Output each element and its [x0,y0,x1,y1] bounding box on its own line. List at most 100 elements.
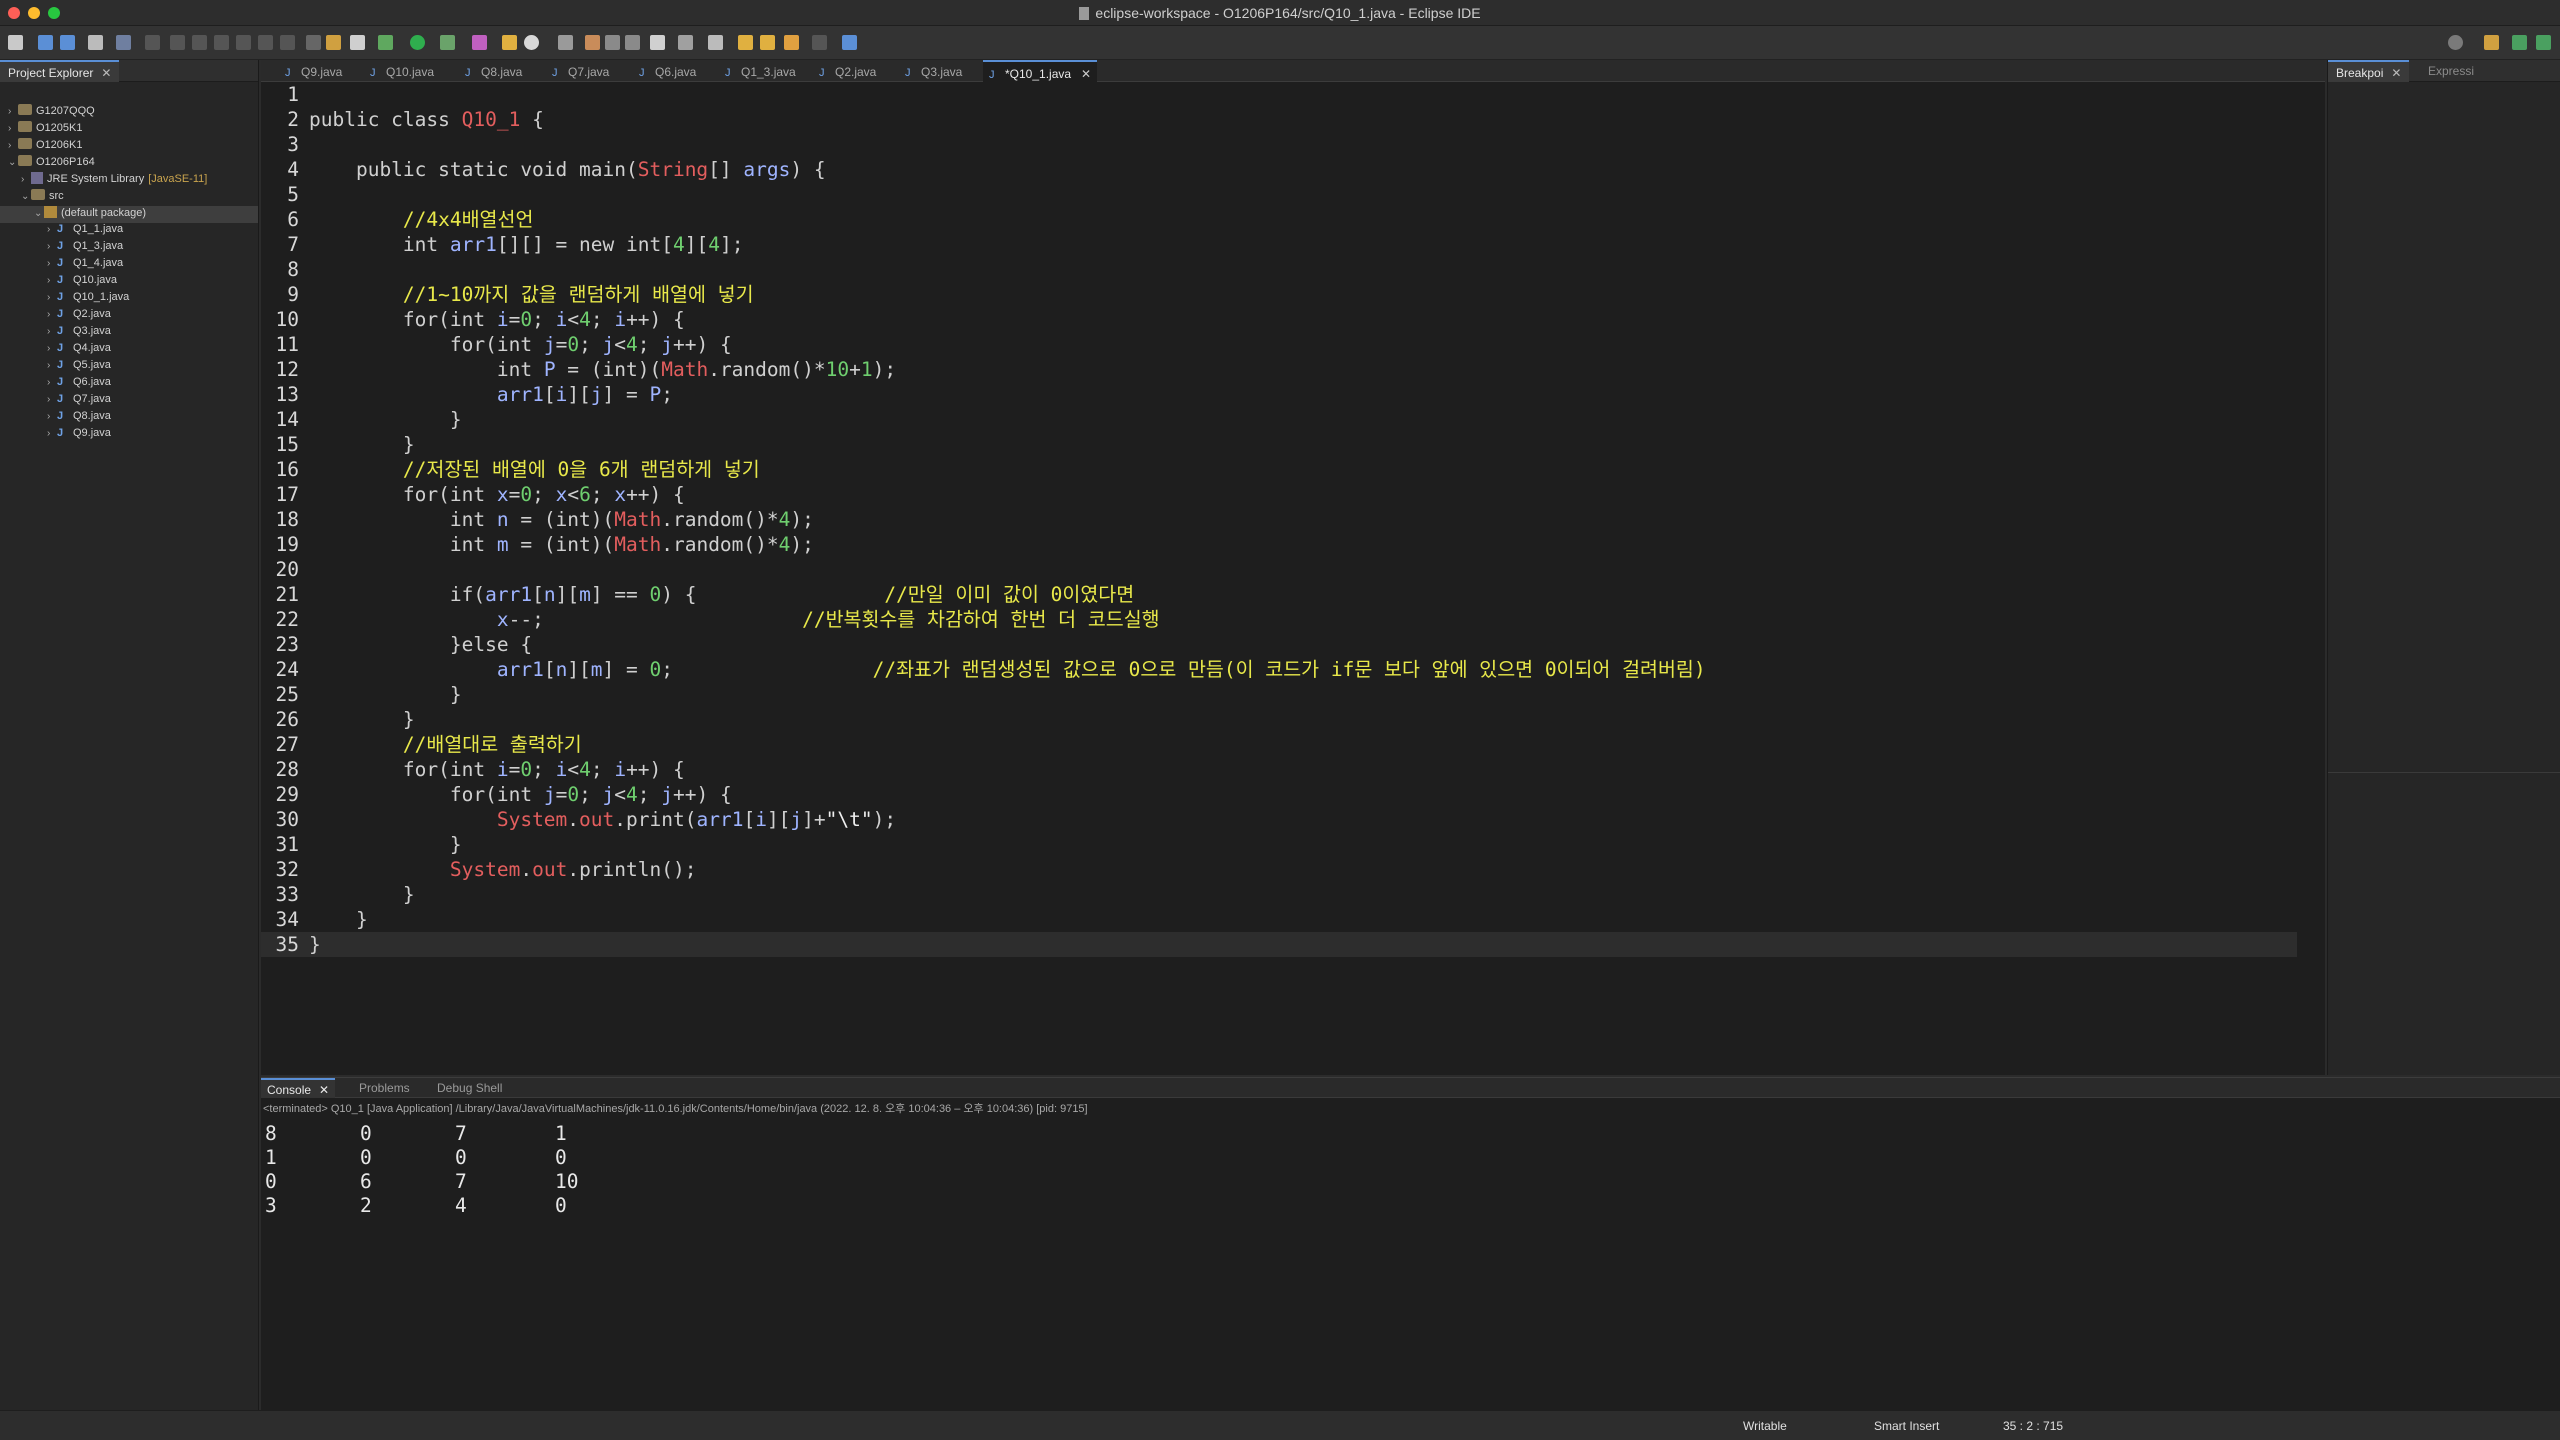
code-line[interactable]: 35} [261,932,2297,957]
editor-tab[interactable]: J *Q10_1.java ✕ [983,60,1098,82]
code-line[interactable]: 29 for(int j=0; j<4; j++) { [261,782,2297,807]
save-icon[interactable] [38,35,53,50]
chevron-icon[interactable]: › [47,428,57,439]
save-all-icon[interactable] [60,35,75,50]
code-line[interactable]: 8 [261,257,2297,282]
code-line[interactable]: 2 public class Q10_1 { [261,107,2297,132]
code-line[interactable]: 12 int P = (int)(Math.random()*10+1); [261,357,2297,382]
code-line[interactable]: 28 for(int i=0; i<4; i++) { [261,757,2297,782]
tree-item[interactable]: › J Q1_4.java [0,257,258,274]
tree-item[interactable]: › J Q7.java [0,393,258,410]
last-edit-icon[interactable] [738,35,753,50]
code-line[interactable]: 34 } [261,907,2297,932]
terminate-icon[interactable] [214,35,229,50]
tree-item[interactable]: › G1207QQQ [0,104,258,121]
coverage-run-icon[interactable] [440,35,455,50]
chevron-icon[interactable]: › [47,411,57,422]
toggle-block-icon[interactable] [605,35,620,50]
chevron-icon[interactable]: › [47,309,57,320]
build-icon[interactable] [326,35,341,50]
editor-tab[interactable]: J Q6.java [633,60,702,82]
chevron-icon[interactable]: › [8,106,18,117]
chevron-icon[interactable]: ⌄ [8,157,18,168]
editor-tab[interactable]: J Q7.java [546,60,615,82]
tree-item[interactable]: ⌄ (default package) [0,206,258,223]
tree-item[interactable]: › O1205K1 [0,121,258,138]
tree-item[interactable]: › J Q3.java [0,325,258,342]
open-perspective-icon[interactable] [2484,35,2499,50]
code-line[interactable]: 23 }else { [261,632,2297,657]
new-java-class-icon[interactable] [502,35,517,50]
console-tab[interactable]: Debug Shell [431,1078,508,1098]
code-line[interactable]: 32 System.out.println(); [261,857,2297,882]
tree-item[interactable]: › J Q4.java [0,342,258,359]
code-line[interactable]: 22 x--; //반복횟수를 차감하여 한번 더 코드실행 [261,607,2297,632]
run-icon[interactable] [410,35,425,50]
code-line[interactable]: 7 int arr1[][] = new int[4][4]; [261,232,2297,257]
tab-project-explorer[interactable]: Project Explorer ✕ [0,60,120,82]
close-icon[interactable]: ✕ [101,66,111,80]
tab-expressions[interactable]: Expressi [2428,64,2474,78]
debug-perspective-switch-icon[interactable] [2536,35,2551,50]
chevron-icon[interactable]: › [47,343,57,354]
editor-tab[interactable]: J Q10.java [364,60,440,82]
java-perspective-icon[interactable] [2512,35,2527,50]
pin-editor-icon[interactable] [708,35,723,50]
tab-breakpoints[interactable]: Breakpoi ✕ [2328,60,2410,82]
annotation-icon[interactable] [585,35,600,50]
code-line[interactable]: 15 } [261,432,2297,457]
tree-item[interactable]: ⌄ O1206P164 [0,155,258,172]
debug-perspective-icon[interactable] [116,35,131,50]
code-line[interactable]: 33 } [261,882,2297,907]
step-over-icon[interactable] [258,35,273,50]
close-icon[interactable]: ✕ [319,1083,329,1097]
close-icon[interactable]: ✕ [1081,67,1091,81]
code-line[interactable]: 5 [261,182,2297,207]
code-line[interactable]: 6 //4x4배열선언 [261,207,2297,232]
chevron-icon[interactable]: › [21,174,31,185]
tree-item[interactable]: › J Q8.java [0,410,258,427]
next-annotation-icon[interactable] [678,35,693,50]
quick-search-icon[interactable] [2448,35,2463,50]
show-whitespace-icon[interactable] [650,35,665,50]
next-edit-icon[interactable] [760,35,775,50]
code-line[interactable]: 10 for(int i=0; i<4; i++) { [261,307,2297,332]
code-line[interactable]: 16 //저장된 배열에 0을 6개 랜덤하게 넣기 [261,457,2297,482]
skip-breakpoints-icon[interactable] [145,35,160,50]
code-line[interactable]: 9 //1~10까지 값을 랜덤하게 배열에 넣기 [261,282,2297,307]
step-into-icon[interactable] [236,35,251,50]
code-line[interactable]: 25 } [261,682,2297,707]
chevron-icon[interactable]: › [47,275,57,286]
code-line[interactable]: 11 for(int j=0; j<4; j++) { [261,332,2297,357]
code-line[interactable]: 19 int m = (int)(Math.random()*4); [261,532,2297,557]
code-line[interactable]: 13 arr1[i][j] = P; [261,382,2297,407]
code-line[interactable]: 24 arr1[n][m] = 0; //좌표가 랜덤생성된 값으로 0으로 만… [261,657,2297,682]
debug-run-icon[interactable] [378,35,393,50]
drop-to-frame-icon[interactable] [306,35,321,50]
tree-item[interactable]: › J Q1_3.java [0,240,258,257]
editor-tab[interactable]: J Q2.java [813,60,882,82]
chevron-icon[interactable]: › [47,258,57,269]
chevron-icon[interactable]: › [47,326,57,337]
editor-tab[interactable]: J Q8.java [459,60,528,82]
step-return-icon[interactable] [280,35,295,50]
tree-item[interactable]: › J Q5.java [0,359,258,376]
chevron-icon[interactable]: › [47,224,57,235]
pin-icon[interactable] [842,35,857,50]
search-icon[interactable] [524,35,539,50]
code-line[interactable]: 1 [261,82,2297,107]
tree-item[interactable]: › J Q10_1.java [0,291,258,308]
code-line[interactable]: 3 [261,132,2297,157]
code-line[interactable]: 27 //배열대로 출력하기 [261,732,2297,757]
chevron-icon[interactable]: ⌄ [21,191,31,202]
new-icon[interactable] [8,35,23,50]
code-line[interactable]: 26 } [261,707,2297,732]
close-icon[interactable]: ✕ [2391,66,2401,80]
toggle-whitespace-icon[interactable] [625,35,640,50]
tree-item[interactable]: ⌄ src [0,189,258,206]
editor-tab[interactable]: J Q1_3.java [719,60,802,82]
tree-item[interactable]: › J Q10.java [0,274,258,291]
code-line[interactable]: 21 if(arr1[n][m] == 0) { //만일 이미 값이 0이였다… [261,582,2297,607]
tree-item[interactable]: › O1206K1 [0,138,258,155]
editor-tab[interactable]: J Q3.java [899,60,968,82]
